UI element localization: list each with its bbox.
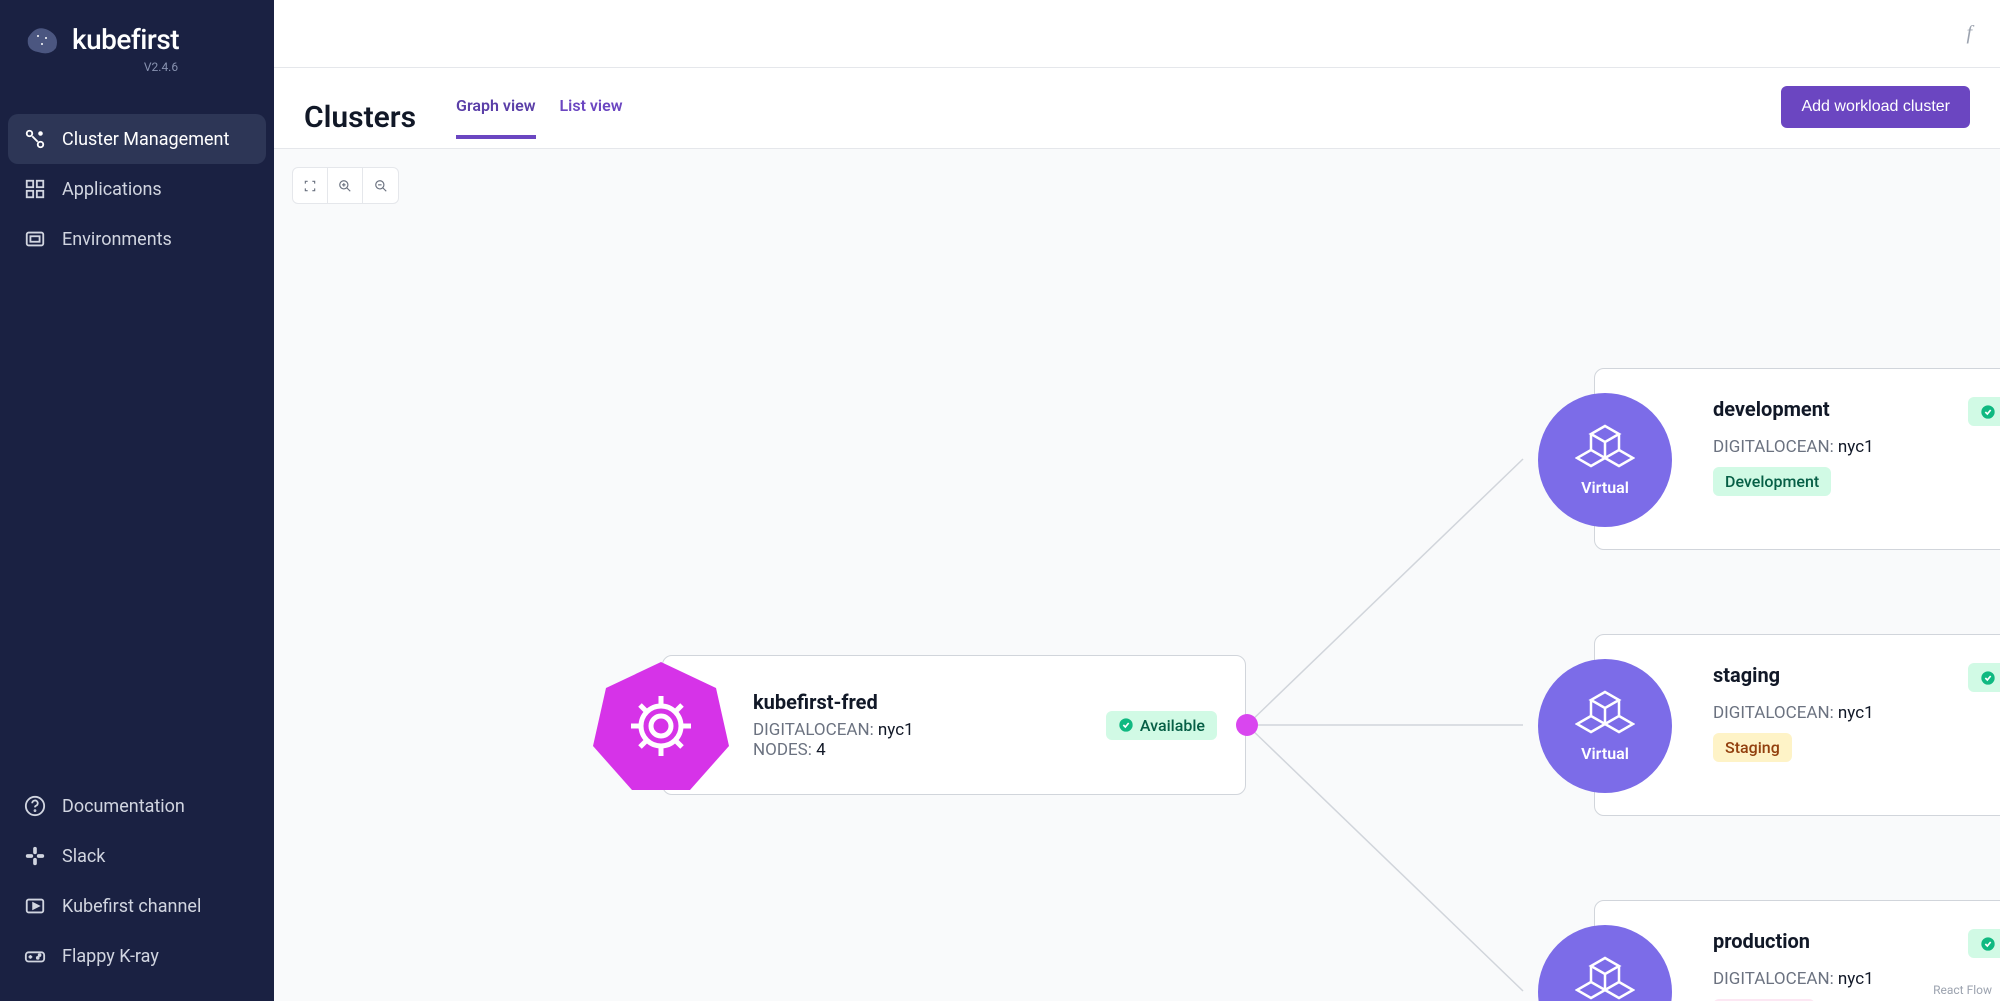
management-cluster-node[interactable]: kubefirst-fred DIGITALOCEAN: nyc1 NODES:… (662, 655, 1246, 795)
status-badge: Available (1968, 663, 2000, 692)
check-circle-icon (1980, 936, 1996, 952)
sidebar: kubefirst V2.4.6 Cluster Management Appl… (0, 0, 274, 1001)
nav-bottom: Documentation Slack Kubefirst channel Fl… (8, 781, 266, 981)
badge-label: Virtual (1581, 478, 1629, 497)
virtual-badge: Virtual (1538, 393, 1672, 527)
graph-edges (274, 149, 2000, 1001)
connection-handle[interactable] (1236, 714, 1258, 736)
sidebar-item-kubefirst-channel[interactable]: Kubefirst channel (8, 881, 266, 931)
workload-info: development Available DIGITALOCEAN: nyc1… (1713, 397, 2000, 521)
environment-tag: Staging (1713, 733, 1792, 762)
sidebar-item-slack[interactable]: Slack (8, 831, 266, 881)
page-title: Clusters (304, 100, 416, 135)
environment-tag: Development (1713, 467, 1831, 496)
badge-label: Virtual (1581, 744, 1629, 763)
zoom-controls (292, 167, 399, 204)
zoom-in-icon (338, 179, 352, 193)
cluster-provider: DIGITALOCEAN: nyc1 (1713, 437, 2000, 457)
cluster-provider: DIGITALOCEAN: nyc1 (1713, 703, 2000, 723)
logo-area: kubefirst V2.4.6 (8, 20, 266, 94)
nav: Cluster Management Applications Environm… (8, 114, 266, 981)
cluster-provider: DIGITALOCEAN: nyc1 (753, 720, 1106, 740)
status-badge: Available (1968, 397, 2000, 426)
game-icon (24, 945, 46, 967)
sidebar-item-label: Slack (62, 846, 105, 867)
virtual-badge: Virtual (1538, 659, 1672, 793)
fit-view-button[interactable] (293, 168, 328, 203)
virtual-badge: Virtual (1538, 925, 1672, 1001)
cluster-name: kubefirst-fred (753, 690, 1106, 714)
main: f Clusters Graph view List view Add work… (274, 0, 2000, 1001)
applications-icon (24, 178, 46, 200)
sidebar-item-environments[interactable]: Environments (8, 214, 266, 264)
check-circle-icon (1980, 670, 1996, 686)
tab-list-view[interactable]: List view (560, 96, 623, 139)
zoom-in-button[interactable] (328, 168, 363, 203)
slack-icon (24, 845, 46, 867)
sidebar-item-label: Applications (62, 179, 162, 200)
sidebar-item-label: Documentation (62, 796, 185, 817)
cluster-name: staging (1713, 663, 1780, 687)
gear-heptagon-icon (591, 656, 731, 796)
check-circle-icon (1980, 404, 1996, 420)
topbar: f (274, 0, 2000, 68)
video-icon (24, 895, 46, 917)
header: Clusters Graph view List view Add worklo… (274, 68, 2000, 149)
management-badge (591, 656, 731, 796)
cluster-name: development (1713, 397, 1830, 421)
cubes-icon (1575, 690, 1635, 740)
sidebar-item-cluster-management[interactable]: Cluster Management (8, 114, 266, 164)
expand-icon (303, 179, 317, 193)
cluster-name: production (1713, 929, 1810, 953)
sidebar-item-label: Environments (62, 229, 172, 250)
zoom-out-icon (374, 179, 388, 193)
sidebar-item-label: Flappy K-ray (62, 946, 159, 967)
environments-icon (24, 228, 46, 250)
zoom-out-button[interactable] (363, 168, 398, 203)
logo-text: kubefirst (72, 23, 179, 56)
workload-info: staging Available DIGITALOCEAN: nyc1 Sta… (1713, 663, 2000, 787)
help-icon (24, 795, 46, 817)
sidebar-item-label: Kubefirst channel (62, 896, 201, 917)
info-icon[interactable]: f (1966, 22, 1972, 45)
version-label: V2.4.6 (68, 60, 254, 74)
sidebar-item-flappy-kray[interactable]: Flappy K-ray (8, 931, 266, 981)
workload-cluster-node-staging[interactable]: Virtual staging Available DIGITALOCEAN: … (1594, 634, 2000, 816)
check-circle-icon (1118, 717, 1134, 733)
cubes-icon (1575, 956, 1635, 1001)
graph-canvas[interactable]: kubefirst-fred DIGITALOCEAN: nyc1 NODES:… (274, 149, 2000, 1001)
management-info: kubefirst-fred DIGITALOCEAN: nyc1 NODES:… (753, 690, 1106, 760)
cluster-nodes: NODES: 4 (753, 740, 1106, 760)
react-flow-attribution[interactable]: React Flow (1933, 983, 1992, 997)
cubes-icon (1575, 424, 1635, 474)
sidebar-item-applications[interactable]: Applications (8, 164, 266, 214)
sidebar-item-label: Cluster Management (62, 129, 229, 150)
logo[interactable]: kubefirst (20, 20, 254, 58)
add-workload-cluster-button[interactable]: Add workload cluster (1781, 86, 1970, 128)
tabs: Graph view List view (456, 96, 1781, 139)
kubefirst-logo-icon (20, 20, 66, 58)
tab-graph-view[interactable]: Graph view (456, 96, 536, 139)
cluster-icon (24, 128, 46, 150)
status-badge: Available (1106, 711, 1217, 740)
sidebar-item-documentation[interactable]: Documentation (8, 781, 266, 831)
status-badge: Available (1968, 929, 2000, 958)
workload-cluster-node-development[interactable]: Virtual development Available DIGITALOCE… (1594, 368, 2000, 550)
